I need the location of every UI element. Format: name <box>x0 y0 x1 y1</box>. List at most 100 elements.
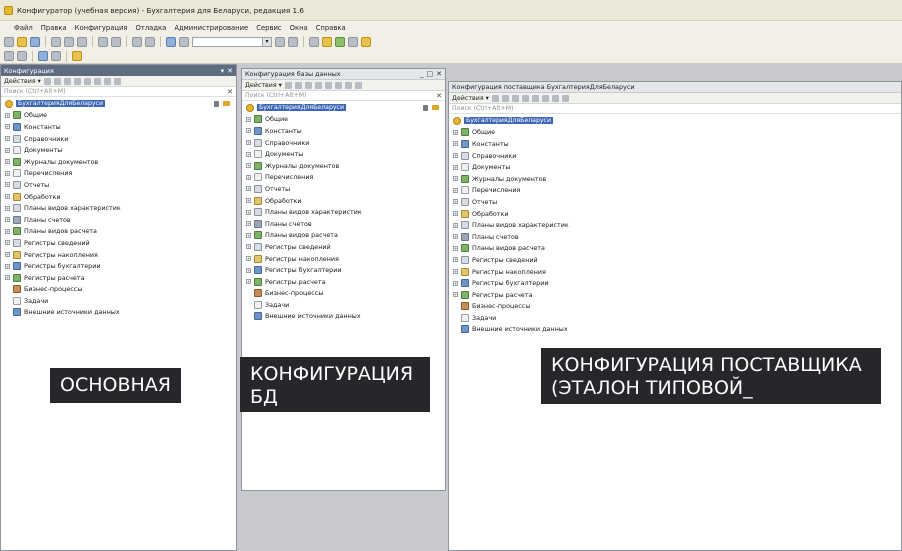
tree-item[interactable]: + Отчеты <box>246 183 445 195</box>
expand-icon[interactable]: + <box>246 232 251 238</box>
expand-icon[interactable]: + <box>5 240 10 246</box>
tree-item[interactable]: + Константы <box>246 125 445 137</box>
move-down-icon[interactable] <box>93 77 101 85</box>
tree-item[interactable]: + Общие <box>453 127 901 139</box>
tree-item[interactable]: + Справочники <box>453 150 901 162</box>
main-search-input[interactable]: Поиск (Ctrl+Alt+M) ✕ <box>1 87 236 97</box>
db-search-input[interactable]: Поиск (Ctrl+Alt+M) ✕ <box>242 91 445 101</box>
tree-item[interactable]: + Журналы документов <box>453 173 901 185</box>
expand-icon[interactable]: + <box>246 267 251 273</box>
expand-icon[interactable]: + <box>453 245 458 251</box>
tree-root[interactable]: БухгалтерияДляБеларуси <box>246 102 445 114</box>
tree-root[interactable]: БухгалтерияДляБеларуси <box>453 115 901 127</box>
tree-item[interactable]: + Регистры расчета <box>246 276 445 288</box>
expand-icon[interactable]: + <box>5 170 10 176</box>
actions-menu-button[interactable]: Действия ▾ <box>4 78 41 85</box>
save-icon[interactable] <box>30 36 40 47</box>
edit-icon[interactable] <box>501 94 509 102</box>
tree-item[interactable]: + Перечисления <box>5 168 236 180</box>
expand-icon[interactable]: + <box>453 129 458 135</box>
expand-icon[interactable]: + <box>5 217 10 223</box>
expand-icon[interactable]: + <box>246 163 251 169</box>
tree-item[interactable]: + Константы <box>5 121 236 133</box>
move-down-icon[interactable] <box>334 81 342 89</box>
maximize-icon[interactable]: □ <box>427 70 434 78</box>
run-icon[interactable] <box>335 36 345 47</box>
tree-item[interactable]: + Регистры сведений <box>453 254 901 266</box>
expand-icon[interactable]: + <box>5 275 10 281</box>
expand-icon[interactable]: + <box>5 124 10 130</box>
expand-icon[interactable]: + <box>453 164 458 170</box>
copy-icon[interactable] <box>304 81 312 89</box>
menu-configuration[interactable]: Конфигурация <box>75 24 128 32</box>
tree-item[interactable]: + Журналы документов <box>246 160 445 172</box>
module-icon[interactable] <box>17 51 27 61</box>
tree-item[interactable]: + Справочники <box>5 133 236 145</box>
clear-search-icon[interactable]: ✕ <box>436 92 442 100</box>
expand-icon[interactable]: + <box>453 292 458 298</box>
expand-icon[interactable]: + <box>453 234 458 240</box>
find-prev-icon[interactable] <box>288 36 298 47</box>
tree-item[interactable]: + Планы видов расчета <box>5 226 236 238</box>
tree-item[interactable]: + Регистры расчета <box>453 289 901 301</box>
tree-item[interactable]: + Планы видов характеристик <box>453 219 901 231</box>
search-icon[interactable] <box>166 36 176 47</box>
expand-icon[interactable]: + <box>5 194 10 200</box>
chevron-down-icon[interactable]: ▾ <box>262 37 271 46</box>
tree-item[interactable]: + Планы счетов <box>246 218 445 230</box>
menu-file[interactable]: Файл <box>14 24 33 32</box>
tree-item[interactable]: Бизнес-процессы <box>453 301 901 313</box>
delete-icon[interactable] <box>521 94 529 102</box>
sort-icon[interactable] <box>344 81 352 89</box>
sort-icon[interactable] <box>551 94 559 102</box>
debug-icon[interactable] <box>322 36 332 47</box>
tree-item[interactable]: + Документы <box>5 144 236 156</box>
print-icon[interactable] <box>98 36 108 47</box>
move-down-icon[interactable] <box>541 94 549 102</box>
actions-menu-button[interactable]: Действия ▾ <box>245 82 282 89</box>
close-icon[interactable]: ✕ <box>227 67 233 75</box>
expand-icon[interactable]: + <box>5 205 10 211</box>
tree-root[interactable]: БухгалтерияДляБеларуси <box>5 98 236 110</box>
sort-icon[interactable] <box>103 77 111 85</box>
tree-item[interactable]: + Планы видов расчета <box>246 230 445 242</box>
table-icon[interactable] <box>4 51 14 61</box>
undo-icon[interactable] <box>132 36 142 47</box>
expand-icon[interactable]: + <box>453 222 458 228</box>
expand-icon[interactable]: + <box>453 141 458 147</box>
expand-icon[interactable]: + <box>246 279 251 285</box>
info-icon[interactable] <box>361 36 371 47</box>
edit-icon[interactable] <box>53 77 61 85</box>
close-icon[interactable]: ✕ <box>436 70 442 78</box>
move-up-icon[interactable] <box>531 94 539 102</box>
menu-help[interactable]: Справка <box>316 24 346 32</box>
expand-icon[interactable]: + <box>246 140 251 146</box>
add-icon[interactable] <box>43 77 51 85</box>
tree-item[interactable]: + Обработки <box>246 195 445 207</box>
tree-item[interactable]: + Регистры накопления <box>5 249 236 261</box>
copy-icon[interactable] <box>63 77 71 85</box>
expand-icon[interactable]: + <box>453 176 458 182</box>
expand-icon[interactable]: + <box>5 159 10 165</box>
delete-icon[interactable] <box>314 81 322 89</box>
expand-icon[interactable]: + <box>246 221 251 227</box>
tree-item[interactable]: + Регистры сведений <box>5 237 236 249</box>
tree-item[interactable]: + Справочники <box>246 137 445 149</box>
expand-icon[interactable]: + <box>5 263 10 269</box>
expand-icon[interactable]: + <box>453 280 458 286</box>
find-next-icon[interactable] <box>275 36 285 47</box>
menu-administration[interactable]: Администрирование <box>174 24 248 32</box>
grid-icon[interactable] <box>38 51 48 61</box>
tree-item[interactable]: + Документы <box>453 161 901 173</box>
actions-menu-button[interactable]: Действия ▾ <box>452 95 489 102</box>
add-icon[interactable] <box>284 81 292 89</box>
expand-icon[interactable]: + <box>246 116 251 122</box>
pin-icon[interactable]: ▾ <box>221 67 225 75</box>
add-icon[interactable] <box>491 94 499 102</box>
tree-item[interactable]: + Регистры бухгалтерии <box>5 260 236 272</box>
expand-icon[interactable]: + <box>246 128 251 134</box>
new-file-icon[interactable] <box>4 36 14 47</box>
tree-item[interactable]: + Регистры накопления <box>453 266 901 278</box>
expand-icon[interactable]: + <box>453 257 458 263</box>
tree-item[interactable]: + Константы <box>453 138 901 150</box>
